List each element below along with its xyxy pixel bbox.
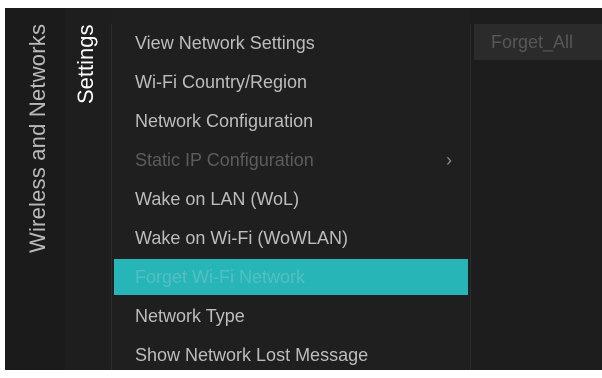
menu-item-label: View Network Settings xyxy=(135,33,315,53)
settings-menu: View Network Settings Wi-Fi Country/Regi… xyxy=(114,24,468,370)
menu-item-label: Wake on LAN (WoL) xyxy=(135,189,300,209)
breadcrumb-column[interactable]: Wireless and Networks xyxy=(5,8,65,370)
breadcrumb-current-label: Settings xyxy=(73,24,98,105)
menu-item-network-configuration[interactable]: Network Configuration xyxy=(114,102,468,141)
menu-item-label: Wi-Fi Country/Region xyxy=(135,72,308,92)
menu-item-wake-on-wifi[interactable]: Wake on Wi-Fi (WoWLAN) xyxy=(114,219,468,258)
menu-item-wake-on-lan[interactable]: Wake on LAN (WoL) xyxy=(114,180,468,219)
menu-item-label: Network Configuration xyxy=(135,111,314,131)
menu-item-static-ip-configuration: Static IP Configuration › xyxy=(114,141,468,180)
settings-column[interactable]: Settings xyxy=(65,8,111,370)
menu-item-label: Forget Wi-Fi Network xyxy=(135,267,306,287)
menu-item-label: Show Network Lost Message xyxy=(135,345,369,365)
menu-item-label: Wake on Wi-Fi (WoWLAN) xyxy=(135,228,349,248)
menu-item-label: Static IP Configuration xyxy=(135,150,314,170)
tv-settings-screen: Wireless and Networks Settings View Netw… xyxy=(5,8,602,370)
breadcrumb-parent-label: Wireless and Networks xyxy=(25,23,50,253)
menu-item-view-network-settings[interactable]: View Network Settings xyxy=(114,24,468,63)
menu-item-network-type[interactable]: Network Type xyxy=(114,297,468,336)
chevron-right-icon: › xyxy=(446,150,452,170)
column-divider xyxy=(111,24,112,370)
menu-item-label: Network Type xyxy=(135,306,245,326)
menu-item-forget-wifi-network[interactable]: Forget Wi-Fi Network xyxy=(114,259,468,295)
forget-all-option[interactable]: Forget_All xyxy=(474,24,602,60)
menu-item-wifi-country-region[interactable]: Wi-Fi Country/Region xyxy=(114,63,468,102)
submenu-panel: Forget_All xyxy=(471,8,602,370)
menu-item-show-network-lost-message[interactable]: Show Network Lost Message xyxy=(114,336,468,370)
